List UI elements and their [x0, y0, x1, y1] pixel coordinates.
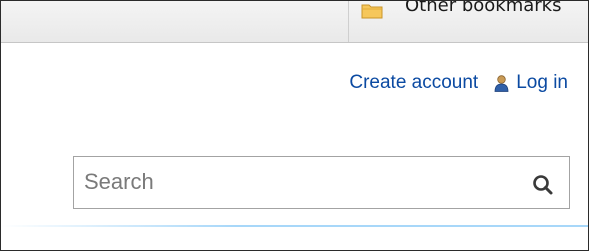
- bookmarks-bar: Other bookmarks: [1, 1, 588, 43]
- other-bookmarks-label: Other bookmarks: [405, 0, 562, 16]
- personal-tools: Create account Log in: [349, 72, 568, 94]
- login-group: Log in: [494, 72, 568, 94]
- log-in-link[interactable]: Log in: [516, 72, 568, 94]
- page-header: Create account Log in: [1, 44, 588, 250]
- search-input[interactable]: [84, 167, 504, 197]
- bookmarks-separator: [348, 1, 349, 42]
- search-icon[interactable]: [531, 173, 555, 197]
- search-box: [73, 156, 570, 209]
- header-divider: [1, 225, 588, 227]
- create-account-link[interactable]: Create account: [349, 72, 478, 94]
- folder-icon: [361, 4, 383, 19]
- user-icon: [494, 74, 509, 92]
- browser-frame: Other bookmarks Create account Log in: [0, 0, 589, 251]
